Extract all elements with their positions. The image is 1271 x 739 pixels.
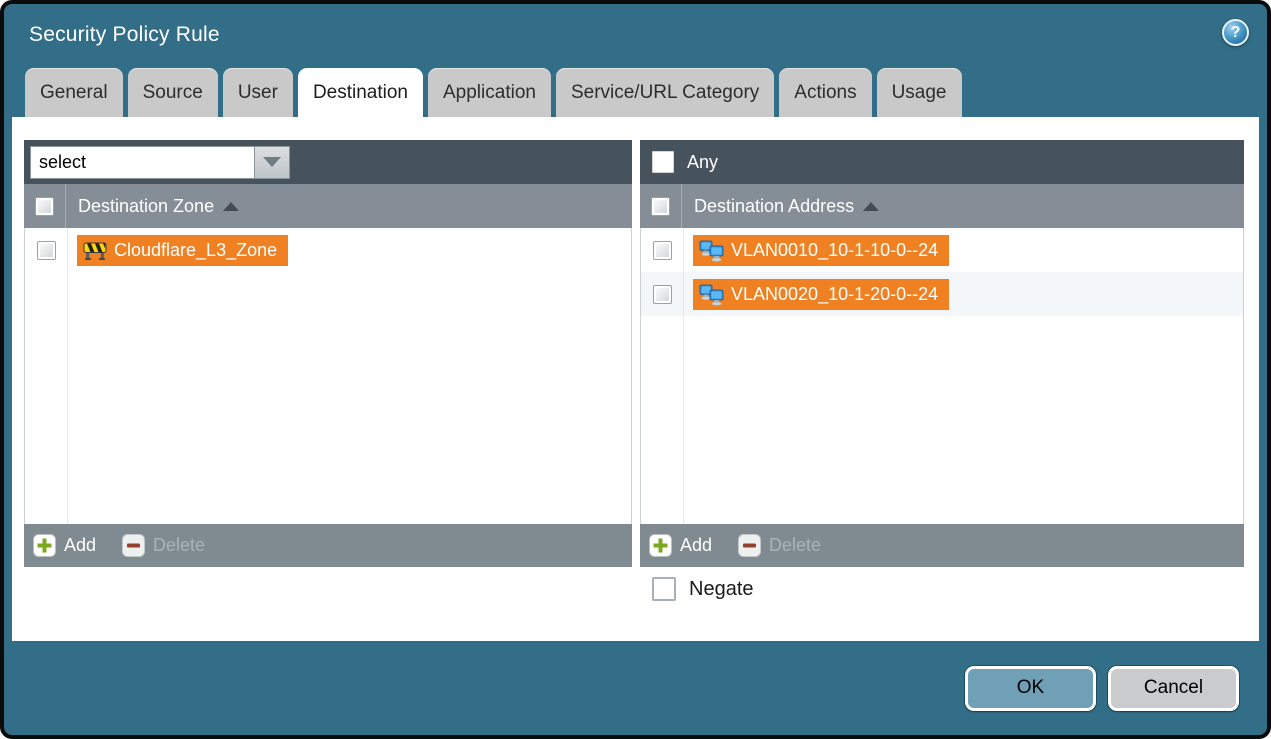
- address-delete-button[interactable]: Delete: [738, 534, 821, 557]
- address-item-label: VLAN0020_10-1-20-0--24: [731, 284, 938, 305]
- address-item[interactable]: VLAN0010_10-1-10-0--24: [693, 235, 949, 266]
- zone-delete-button[interactable]: Delete: [122, 534, 205, 557]
- address-column-header: Destination Address: [640, 184, 1244, 228]
- security-policy-rule-dialog: Security Policy Rule ? General Source Us…: [0, 0, 1271, 739]
- zone-column-header: Destination Zone: [24, 184, 632, 228]
- add-icon: [33, 534, 56, 557]
- any-checkbox[interactable]: [652, 151, 674, 173]
- zone-filter-dropdown-button[interactable]: [254, 146, 290, 179]
- tab-usage[interactable]: Usage: [877, 68, 962, 117]
- ok-button[interactable]: OK: [965, 666, 1096, 711]
- address-item[interactable]: VLAN0020_10-1-20-0--24: [693, 279, 949, 310]
- sort-ascending-icon: [223, 202, 239, 211]
- address-item-label: VLAN0010_10-1-10-0--24: [731, 240, 938, 261]
- any-bar: Any: [640, 140, 1244, 184]
- destination-address-panel: Any Destination Address: [640, 140, 1244, 567]
- tab-destination[interactable]: Destination: [298, 68, 423, 117]
- zone-filter-input[interactable]: [30, 146, 254, 179]
- zone-row-checkbox[interactable]: [37, 241, 56, 260]
- delete-icon: [738, 534, 761, 557]
- dialog-title: Security Policy Rule: [29, 23, 220, 47]
- zone-panel-footer: Add Delete: [24, 524, 632, 567]
- tab-general[interactable]: General: [25, 68, 123, 117]
- cancel-button[interactable]: Cancel: [1108, 666, 1239, 711]
- address-row-checkbox[interactable]: [653, 241, 672, 260]
- tab-source[interactable]: Source: [128, 68, 218, 117]
- tab-service-url-category[interactable]: Service/URL Category: [556, 68, 774, 117]
- zone-column-title[interactable]: Destination Zone: [78, 196, 214, 217]
- zone-select-all-checkbox[interactable]: [35, 197, 54, 216]
- any-label: Any: [687, 152, 718, 173]
- tab-user[interactable]: User: [223, 68, 293, 117]
- tab-bar: General Source User Destination Applicat…: [25, 68, 962, 117]
- negate-row: Negate: [652, 577, 754, 601]
- address-list: VLAN0010_10-1-10-0--24: [640, 228, 1244, 524]
- add-icon: [649, 534, 672, 557]
- help-icon[interactable]: ?: [1222, 19, 1249, 46]
- address-icon: [699, 239, 724, 262]
- table-row: Cloudflare_L3_Zone: [25, 228, 631, 272]
- negate-checkbox[interactable]: [652, 577, 676, 601]
- titlebar: Security Policy Rule ?: [4, 4, 1267, 66]
- tab-actions[interactable]: Actions: [779, 68, 871, 117]
- address-column-title[interactable]: Destination Address: [694, 196, 854, 217]
- table-row: VLAN0020_10-1-20-0--24: [641, 272, 1243, 316]
- address-row-checkbox[interactable]: [653, 285, 672, 304]
- address-select-all-checkbox[interactable]: [651, 197, 670, 216]
- zone-icon: [83, 239, 107, 261]
- address-icon: [699, 283, 724, 306]
- zone-filter-bar: [24, 140, 632, 184]
- destination-zone-panel: Destination Zone: [24, 140, 632, 567]
- zone-item-label: Cloudflare_L3_Zone: [114, 240, 277, 261]
- destination-tab-content: Destination Zone: [12, 117, 1259, 641]
- table-row: VLAN0010_10-1-10-0--24: [641, 228, 1243, 272]
- zone-item[interactable]: Cloudflare_L3_Zone: [77, 235, 288, 266]
- chevron-down-icon: [263, 157, 281, 167]
- address-add-button[interactable]: Add: [649, 534, 712, 557]
- zone-list: Cloudflare_L3_Zone: [24, 228, 632, 524]
- sort-ascending-icon: [863, 202, 879, 211]
- zone-add-button[interactable]: Add: [33, 534, 96, 557]
- address-panel-footer: Add Delete: [640, 524, 1244, 567]
- tab-application[interactable]: Application: [428, 68, 551, 117]
- delete-icon: [122, 534, 145, 557]
- dialog-footer: OK Cancel: [4, 641, 1267, 735]
- negate-label: Negate: [689, 578, 754, 601]
